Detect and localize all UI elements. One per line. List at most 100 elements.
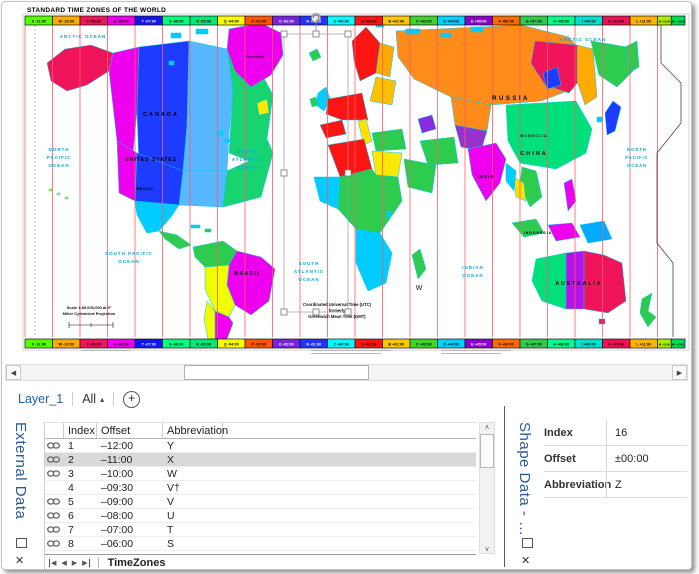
link-icon — [45, 440, 64, 452]
nav-last-button[interactable]: ▶ — [82, 558, 90, 567]
svg-text:B +02:00: B +02:00 — [388, 19, 404, 23]
svg-text:S -06:00: S -06:00 — [169, 342, 184, 346]
svg-text:Q -04:00: Q -04:00 — [224, 342, 239, 346]
svg-text:MEXICO: MEXICO — [137, 187, 154, 191]
svg-text:Miller Cylindrical Projection: Miller Cylindrical Projection — [63, 311, 116, 316]
svg-text:K +10:00: K +10:00 — [608, 19, 624, 23]
svg-text:X -11:00: X -11:00 — [32, 19, 46, 23]
nav-prev-button[interactable]: ◀ — [61, 559, 66, 567]
close-panel-icon[interactable]: ✕ — [15, 556, 24, 567]
float-panel-icon[interactable] — [16, 538, 27, 548]
cell-offset: –06:00 — [101, 537, 134, 550]
svg-text:N -01:00: N -01:00 — [306, 342, 321, 346]
nav-first-button[interactable]: ◀ — [49, 558, 56, 567]
svg-text:T -07:00: T -07:00 — [142, 342, 156, 346]
cell-offset: –09:30 — [101, 481, 134, 494]
svg-text:H +08:00: H +08:00 — [553, 19, 569, 23]
link-icon — [45, 496, 64, 508]
svg-text:SOUTH PACIFIC: SOUTH PACIFIC — [105, 251, 153, 256]
svg-text:P -03:00: P -03:00 — [252, 19, 267, 23]
svg-text:CANADA: CANADA — [143, 112, 179, 118]
cell-abbreviation: Y — [167, 439, 175, 452]
svg-text:G +07:00: G +07:00 — [526, 19, 542, 23]
cell-index: 5 — [68, 495, 74, 508]
tab-layer-1[interactable]: Layer_1 — [18, 392, 63, 406]
cell-index: 8 — [68, 537, 74, 550]
drawing-page[interactable]: STANDARD TIME ZONES OF THE WORLD ARCTIC … — [21, 3, 692, 359]
cell-index: 7 — [68, 523, 74, 536]
layers-toolbar: Layer_1 All ▴ + — [18, 388, 141, 410]
svg-text:R -05:00: R -05:00 — [196, 19, 211, 23]
cell-index: 4 — [68, 481, 74, 494]
svg-text:Scale 1:85,000,000 at 0°: Scale 1:85,000,000 at 0° — [67, 305, 112, 310]
svg-text:PACIFIC: PACIFIC — [47, 155, 72, 160]
svg-text:E +05:00: E +05:00 — [471, 19, 487, 23]
field-value[interactable]: ±00:00 — [606, 446, 687, 471]
svg-text:G +07:00: G +07:00 — [526, 342, 542, 346]
svg-text:U -08:00: U -08:00 — [114, 342, 129, 346]
link-column-header — [45, 423, 64, 438]
sheet-tab-timezones[interactable]: TimeZones — [108, 557, 166, 569]
screenshot-root: STANDARD TIME ZONES OF THE WORLD ARCTIC … — [0, 0, 699, 574]
cell-offset: –07:00 — [101, 523, 134, 536]
svg-text:A +01:00: A +01:00 — [361, 342, 377, 346]
svg-text:OCEAN: OCEAN — [236, 165, 257, 170]
svg-text:AUSTRALIA: AUSTRALIA — [556, 281, 603, 287]
shape-data-row: Index 16 — [544, 420, 687, 446]
svg-text:OCEAN: OCEAN — [118, 259, 139, 264]
scrollbar-track[interactable] — [21, 365, 672, 380]
close-panel-icon[interactable]: ✕ — [521, 556, 530, 567]
table-row[interactable]: 5 –09:00 V — [45, 495, 476, 509]
svg-text:ARCTIC OCEAN: ARCTIC OCEAN — [560, 37, 607, 42]
svg-text:E +05:00: E +05:00 — [471, 342, 487, 346]
timezone-map[interactable]: STANDARD TIME ZONES OF THE WORLD ARCTIC … — [21, 3, 692, 359]
scrollbar-thumb[interactable] — [184, 365, 369, 380]
cell-offset: –12:00 — [101, 439, 134, 452]
field-value[interactable]: 16 — [606, 420, 687, 445]
add-button[interactable]: + — [123, 390, 141, 408]
cell-offset: –08:00 — [101, 509, 134, 522]
table-row[interactable]: 3 –10:00 W — [45, 467, 476, 481]
table-row[interactable]: 6 –08:00 U — [45, 509, 476, 523]
external-data-table: Index Offset Abbreviation 1 –12:00 Y 2 –11:0… — [44, 422, 476, 569]
cell-abbreviation: T — [167, 523, 174, 536]
timezone-bar-top: X -11:00 W -10:00 V -09:00 U -08:00 T -07:00… — [24, 15, 686, 26]
svg-text:I +09:00: I +09:00 — [582, 19, 596, 23]
nav-next-button[interactable]: ▶ — [72, 559, 77, 567]
link-icon — [45, 538, 64, 550]
svg-text:A +01:00: A +01:00 — [361, 19, 377, 23]
scroll-down-icon[interactable]: ∨ — [480, 545, 494, 553]
field-value[interactable]: Z — [606, 472, 687, 497]
svg-text:SOUTH: SOUTH — [299, 261, 320, 266]
scroll-left-button[interactable]: ◀ — [6, 365, 21, 380]
svg-text:L +11:00: L +11:00 — [636, 342, 651, 346]
table-row[interactable]: 8 –06:00 S — [45, 537, 476, 551]
abbreviation-column-header: Abbreviation — [163, 423, 228, 438]
svg-text:O -02:00: O -02:00 — [279, 342, 294, 346]
external-data-title: External Data — [12, 422, 29, 520]
index-column-header: Index — [64, 423, 97, 438]
scroll-right-button[interactable]: ▶ — [672, 365, 687, 380]
link-icon — [45, 524, 64, 536]
svg-text:M +12:00: M +12:00 — [659, 19, 671, 23]
field-label: Offset — [544, 452, 576, 465]
svg-text:U -08:00: U -08:00 — [114, 19, 129, 23]
float-panel-icon[interactable] — [522, 538, 533, 548]
table-row[interactable]: 7 –07:00 T — [45, 523, 476, 537]
scroll-up-icon[interactable]: ∧ — [480, 423, 494, 431]
sheet-navigation: ◀ ◀ ▶ ▶ TimeZones — [45, 554, 476, 569]
cell-abbreviation: S — [167, 537, 175, 550]
link-icon — [45, 454, 64, 466]
table-row[interactable]: 4 –09:30 V† — [45, 481, 476, 495]
shape-data-row: Offset ±00:00 — [544, 446, 687, 472]
svg-text:M† +13:00: M† +13:00 — [672, 342, 685, 346]
table-row[interactable]: 1 –12:00 Y — [45, 439, 476, 453]
svg-text:Q -04:00: Q -04:00 — [224, 19, 239, 23]
table-vertical-scrollbar[interactable]: ∧ ∨ — [479, 422, 495, 554]
table-scrollbar-thumb[interactable] — [480, 434, 494, 468]
filter-dropdown[interactable]: All ▴ — [82, 392, 104, 406]
horizontal-scrollbar[interactable]: ◀ ▶ — [5, 364, 688, 381]
svg-text:OCEAN: OCEAN — [48, 163, 69, 168]
svg-text:OCEAN: OCEAN — [627, 163, 647, 168]
table-row[interactable]: 2 –11:00 X — [45, 453, 476, 467]
